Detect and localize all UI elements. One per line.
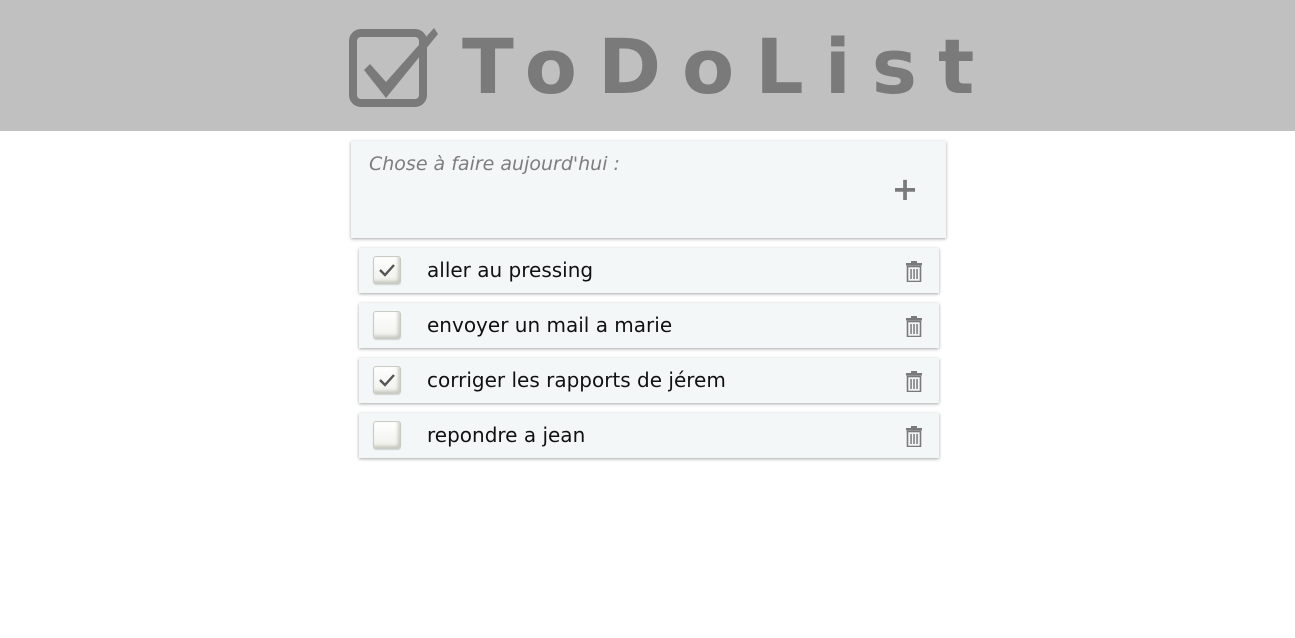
add-task-button[interactable]: + [891,173,919,205]
task-label: envoyer un mail a marie [427,313,673,337]
new-task-input[interactable] [369,149,869,179]
trash-icon[interactable] [904,426,924,447]
task-checkbox[interactable] [373,366,401,394]
task-item: envoyer un mail a marie [359,303,939,348]
task-label: aller au pressing [427,258,594,282]
task-checkbox[interactable] [373,421,401,449]
new-task-panel: + [351,141,946,238]
task-item: repondre a jean [359,413,939,458]
trash-icon[interactable] [904,261,924,282]
checkmark-icon [379,374,395,387]
checkmark-icon [379,264,395,277]
task-item: corriger les rapports de jérem [359,358,939,403]
task-label: repondre a jean [427,423,586,447]
task-checkbox[interactable] [373,256,401,284]
app-header: ToDoList [0,0,1295,131]
task-item: aller au pressing [359,248,939,293]
trash-icon[interactable] [904,371,924,392]
task-checkbox[interactable] [373,311,401,339]
task-label: corriger les rapports de jérem [427,368,726,392]
app-title: ToDoList [462,22,996,111]
trash-icon[interactable] [904,316,924,337]
checkbox-logo-icon [349,28,438,107]
